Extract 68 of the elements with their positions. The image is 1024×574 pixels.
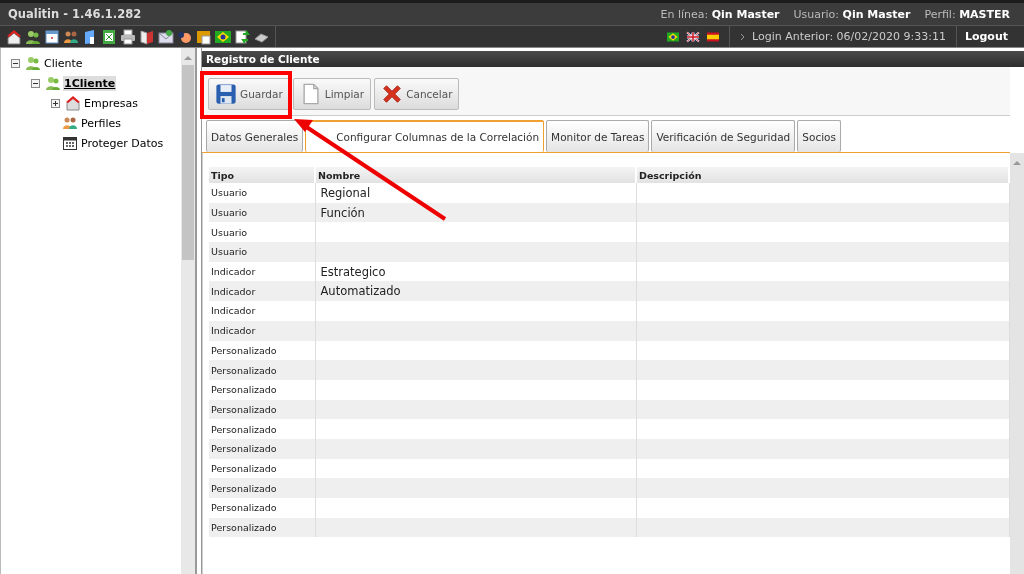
tree-item[interactable]: Cliente xyxy=(43,55,84,71)
book-icon[interactable] xyxy=(139,28,155,45)
refresh-icon[interactable] xyxy=(234,28,250,45)
collapse-toggle[interactable] xyxy=(11,58,20,68)
people-icon xyxy=(45,75,61,91)
tab[interactable]: Datos Generales xyxy=(206,120,304,152)
table-cell: Personalizado xyxy=(209,498,315,518)
chevron-icon xyxy=(740,32,746,41)
tree-item[interactable]: Perfiles xyxy=(80,115,122,131)
table-cell: Personalizado xyxy=(209,340,315,361)
flag-icon[interactable] xyxy=(215,28,231,45)
logout-link[interactable]: Logout xyxy=(956,30,1024,43)
table-cell: Automatizado xyxy=(315,281,636,302)
folder-icon[interactable] xyxy=(196,28,212,45)
clear-button[interactable]: Limpiar xyxy=(292,78,372,110)
tree-item[interactable]: Proteger Datos xyxy=(80,135,165,151)
tree-item[interactable]: 1Cliente xyxy=(63,75,117,91)
cross-icon xyxy=(381,83,404,105)
profile-info: Perfil: MASTER xyxy=(924,7,1010,21)
flag-icon[interactable] xyxy=(685,30,701,43)
table-cell: Usuario xyxy=(209,202,315,223)
window-title: Qualitin - 1.46.1.282 xyxy=(8,7,143,21)
table-cell: Personalizado xyxy=(209,399,315,420)
tab[interactable]: Configurar Columnas de la Correlación xyxy=(305,120,545,152)
table-cell: Regional xyxy=(315,183,636,203)
tree-item[interactable]: Empresas xyxy=(83,95,139,111)
printer-icon[interactable] xyxy=(120,28,136,45)
save-button[interactable]: Guardar xyxy=(208,78,290,110)
table-cell: Usuario xyxy=(209,242,315,262)
window-icon[interactable] xyxy=(44,28,60,45)
people-icon xyxy=(25,55,41,71)
user-info: Usuario: Qin Master xyxy=(793,7,911,21)
people-icon[interactable] xyxy=(25,28,41,45)
people-icon xyxy=(62,115,78,131)
column-header: Tipo xyxy=(209,167,315,183)
table-cell: Personalizado xyxy=(209,458,315,479)
expand-toggle[interactable] xyxy=(51,98,60,108)
house-icon xyxy=(65,95,81,111)
scrollbar[interactable] xyxy=(1010,153,1024,574)
envelope-icon[interactable] xyxy=(158,28,174,45)
table-cell: Personalizado xyxy=(209,438,315,459)
table-cell: Personalizado xyxy=(209,379,315,400)
table-cell: Usuario xyxy=(209,183,315,203)
table-cell: Indicador xyxy=(209,281,315,302)
table-cell: Personalizado xyxy=(209,478,315,498)
last-login: Login Anterior: 06/02/2020 9:33:11 xyxy=(752,30,946,43)
table-cell: Personalizado xyxy=(209,419,315,439)
online-status: En línea: Qin Master xyxy=(660,7,780,21)
table-cell: Personalizado xyxy=(209,517,315,538)
flag-icon[interactable] xyxy=(705,30,721,43)
table-cell: Usuario xyxy=(209,222,315,243)
table-cell: Indicador xyxy=(209,320,315,341)
flag-icon[interactable] xyxy=(665,30,681,43)
spreadsheet-icon[interactable] xyxy=(101,28,117,45)
column-header: Nombre xyxy=(315,167,636,183)
table-cell: Personalizado xyxy=(209,360,315,380)
tab[interactable]: Monitor de Tareas xyxy=(546,120,650,152)
calendar-icon xyxy=(62,135,78,151)
table-cell: Indicador xyxy=(209,301,315,321)
collapse-toggle[interactable] xyxy=(31,78,40,88)
panel-title: Registro de Cliente xyxy=(202,51,1024,67)
tab[interactable]: Socios xyxy=(797,120,841,152)
column-header: Descripción xyxy=(636,167,1009,183)
cancel-button[interactable]: Cancelar xyxy=(374,78,460,110)
tab[interactable]: Verificación de Seguridad xyxy=(651,120,796,152)
house-icon[interactable] xyxy=(6,28,22,45)
scrollbar[interactable] xyxy=(181,48,195,574)
table-cell: Indicador xyxy=(209,261,315,282)
